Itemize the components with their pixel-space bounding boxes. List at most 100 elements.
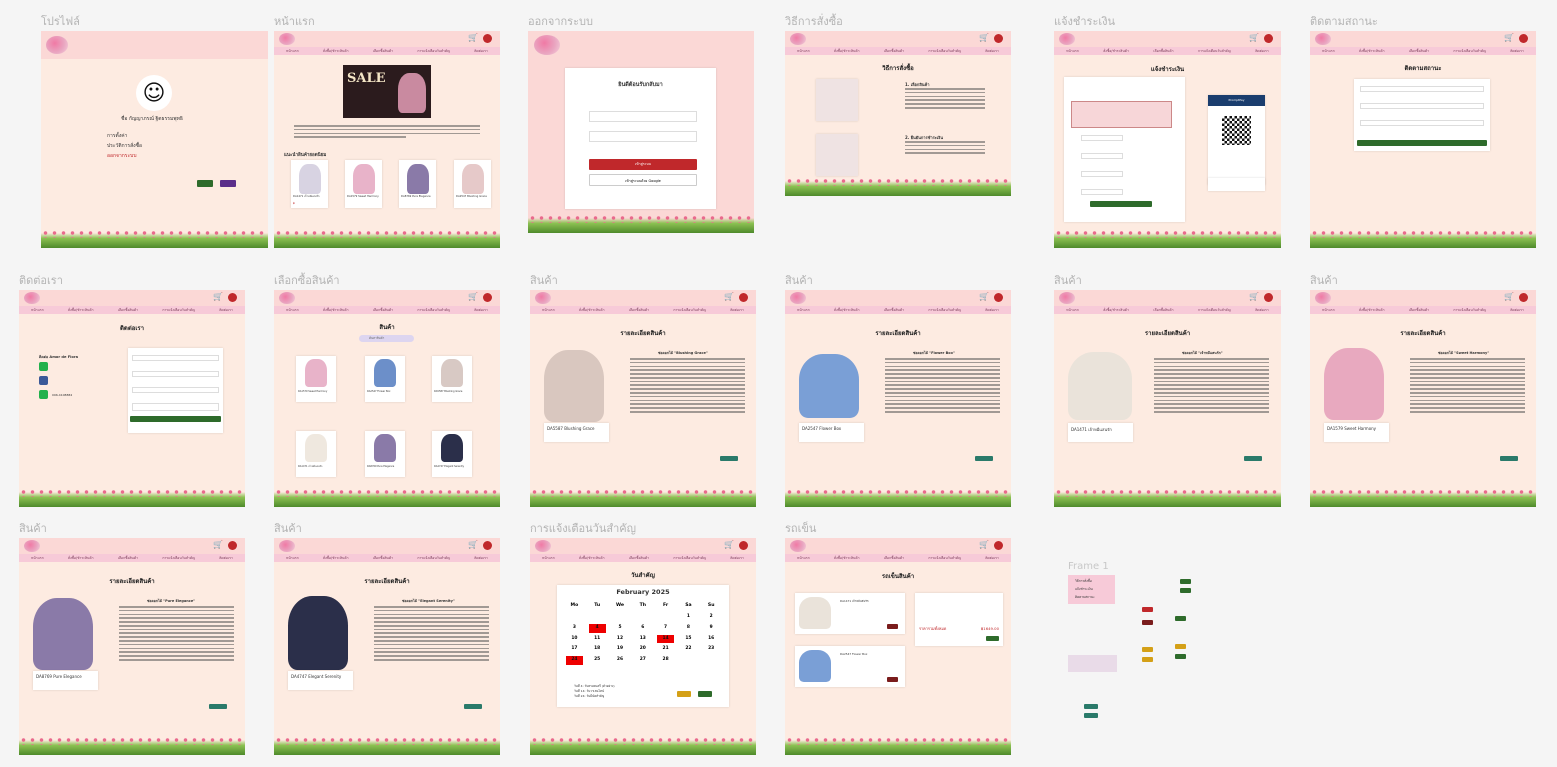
nav-home[interactable]: หน้าแรก <box>797 49 810 54</box>
cart-icon[interactable]: 🛒 <box>979 293 989 301</box>
nav-shop[interactable]: เลือกซื้อสินค้า <box>373 308 393 313</box>
nav-calendar[interactable]: การแจ้งเตือนวันสำคัญ <box>1198 308 1231 313</box>
nav-calendar[interactable]: การแจ้งเตือนวันสำคัญ <box>1453 308 1486 313</box>
nav-shop[interactable]: เลือกซื้อสินค้า <box>373 556 393 561</box>
component-button-green[interactable] <box>1175 616 1186 621</box>
email-field[interactable] <box>132 371 219 377</box>
calendar-day[interactable]: 22 <box>680 645 697 654</box>
submit-payment-button[interactable] <box>1090 201 1152 207</box>
nav-shop[interactable]: เลือกซื้อสินค้า <box>884 49 904 54</box>
nav-contact[interactable]: ติดต่อเรา <box>1255 49 1269 54</box>
calendar-day[interactable]: 9 <box>703 624 720 633</box>
menu-payment[interactable]: แจ้งชำระเงิน <box>1075 587 1093 592</box>
nav-calendar[interactable]: การแจ้งเตือนวันสำคัญ <box>928 308 961 313</box>
calendar-day[interactable]: 19 <box>612 645 629 654</box>
nav-home[interactable]: หน้าแรก <box>286 308 299 313</box>
back-button[interactable] <box>464 704 482 709</box>
back-button[interactable] <box>720 456 738 461</box>
date-field[interactable] <box>1081 189 1123 195</box>
component-button-green[interactable] <box>1180 579 1191 584</box>
calendar-day[interactable]: 1 <box>680 613 697 622</box>
calendar-day[interactable]: 17 <box>566 645 583 654</box>
user-icon[interactable] <box>228 541 237 550</box>
menu-howto[interactable]: วิธีการสั่งซื้อ <box>1075 579 1092 584</box>
user-icon[interactable] <box>1519 293 1528 302</box>
calendar-day[interactable]: 10 <box>566 635 583 644</box>
calendar-day[interactable]: 16 <box>703 635 720 644</box>
nav-shop[interactable]: เลือกซื้อสินค้า <box>118 556 138 561</box>
user-icon[interactable] <box>994 34 1003 43</box>
cart-icon[interactable]: 🛒 <box>468 541 478 549</box>
nav-order[interactable]: สั่งซื้อ/ชำระสินค้า <box>1103 49 1129 54</box>
nav-home[interactable]: หน้าแรก <box>797 556 810 561</box>
nav-order[interactable]: สั่งซื้อ/ชำระสินค้า <box>579 308 605 313</box>
nav-calendar[interactable]: การแจ้งเตือนวันสำคัญ <box>673 556 706 561</box>
user-icon[interactable] <box>994 541 1003 550</box>
nav-shop[interactable]: เลือกซื้อสินค้า <box>373 49 393 54</box>
line-icon[interactable] <box>39 362 48 371</box>
calendar-day[interactable]: 6 <box>634 624 651 633</box>
nav-contact[interactable]: ติดต่อเรา <box>1510 308 1524 313</box>
calendar-day[interactable]: 14 <box>657 634 674 644</box>
nav-order[interactable]: สั่งซื้อ/ชำระสินค้า <box>68 556 94 561</box>
component-button-teal[interactable] <box>1084 704 1098 709</box>
user-icon[interactable] <box>739 541 748 550</box>
cart-icon[interactable]: 🛒 <box>213 293 223 301</box>
nav-contact[interactable]: ติดต่อเรา <box>474 308 488 313</box>
cart-icon[interactable]: 🛒 <box>1504 293 1514 301</box>
nav-contact[interactable]: ติดต่อเรา <box>474 49 488 54</box>
user-icon[interactable] <box>994 293 1003 302</box>
cart-icon[interactable]: 🛒 <box>724 293 734 301</box>
component-button-yellow[interactable] <box>1142 647 1153 652</box>
nav-calendar[interactable]: การแจ้งเตือนวันสำคัญ <box>673 308 706 313</box>
calendar-day[interactable]: 27 <box>634 656 651 665</box>
nav-calendar[interactable]: การแจ้งเตือนวันสำคัญ <box>1198 49 1231 54</box>
save-button[interactable] <box>197 180 213 187</box>
calendar-day[interactable]: 15 <box>680 635 697 644</box>
edit-event-button[interactable] <box>677 691 691 697</box>
nav-calendar[interactable]: การแจ้งเตือนวันสำคัญ <box>928 556 961 561</box>
nav-contact[interactable]: ติดต่อเรา <box>219 556 233 561</box>
add-event-button[interactable] <box>698 691 712 697</box>
order-id-field[interactable] <box>1360 86 1484 92</box>
cart-icon[interactable]: 🛒 <box>213 541 223 549</box>
nav-shop[interactable]: เลือกซื้อสินค้า <box>884 308 904 313</box>
nav-home[interactable]: หน้าแรก <box>542 556 555 561</box>
back-button[interactable] <box>209 704 227 709</box>
calendar-day[interactable]: 24 <box>566 656 583 665</box>
calendar-day[interactable]: 12 <box>612 635 629 644</box>
calendar-day[interactable]: 2 <box>703 613 720 622</box>
calendar-day[interactable]: 23 <box>703 645 720 654</box>
cart-icon[interactable]: 🛒 <box>1249 34 1259 42</box>
phone-field[interactable] <box>1081 153 1123 159</box>
nav-home[interactable]: หน้าแรก <box>1322 308 1335 313</box>
logout-link[interactable]: ออกจากระบบ <box>107 152 137 160</box>
product-card[interactable]: DA4747 Elegant Serenity <box>432 431 472 477</box>
nav-order[interactable]: สั่งซื้อ/ชำระสินค้า <box>68 308 94 313</box>
nav-order[interactable]: สั่งซื้อ/ชำระสินค้า <box>1359 308 1385 313</box>
settings-link[interactable]: การตั้งค่า <box>107 132 127 140</box>
nav-contact[interactable]: ติดต่อเรา <box>1255 308 1269 313</box>
user-icon[interactable] <box>483 34 492 43</box>
nav-order[interactable]: สั่งซื้อ/ชำระสินค้า <box>1103 308 1129 313</box>
menu-tracking[interactable]: ติดตามสถานะ <box>1075 595 1095 600</box>
nav-order[interactable]: สั่งซื้อ/ชำระสินค้า <box>834 308 860 313</box>
nav-calendar[interactable]: การแจ้งเตือนวันสำคัญ <box>162 556 195 561</box>
nav-shop[interactable]: เลือกซื้อสินค้า <box>1409 49 1429 54</box>
calendar-day[interactable]: 18 <box>589 645 606 654</box>
user-icon[interactable] <box>1264 34 1273 43</box>
product-card[interactable]: DA8769 Pure Elegance <box>399 160 436 208</box>
calendar-day[interactable]: 3 <box>566 624 583 633</box>
product-card[interactable]: DA1471 เจ้าหมีแสนรัก <box>296 431 336 477</box>
cart-icon[interactable]: 🛒 <box>1249 293 1259 301</box>
track-button[interactable] <box>1357 140 1487 146</box>
nav-calendar[interactable]: การแจ้งเตือนวันสำคัญ <box>1453 49 1486 54</box>
google-login-button[interactable]: เข้าสู่ระบบด้วย Google <box>589 174 697 186</box>
component-button-darkred[interactable] <box>1142 620 1153 625</box>
calendar-day[interactable]: 25 <box>589 656 606 665</box>
name-field[interactable] <box>132 355 219 361</box>
nav-calendar[interactable]: การแจ้งเตือนวันสำคัญ <box>417 556 450 561</box>
nav-dropdown-variant[interactable] <box>1068 655 1117 672</box>
nav-order[interactable]: สั่งซื้อ/ชำระสินค้า <box>323 556 349 561</box>
cart-icon[interactable]: 🛒 <box>979 34 989 42</box>
